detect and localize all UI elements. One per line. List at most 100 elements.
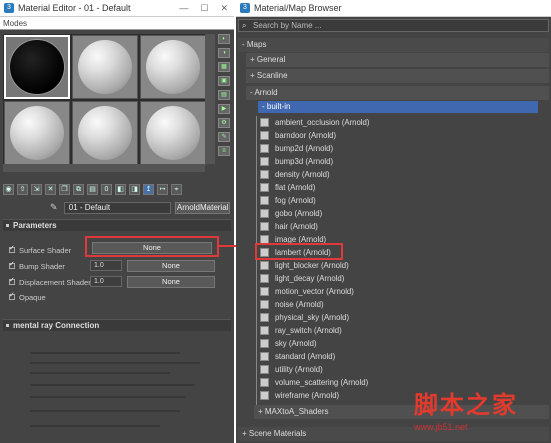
select-by-material-icon[interactable]: ✎ bbox=[218, 132, 230, 142]
video-check-icon[interactable]: ▤ bbox=[218, 90, 230, 100]
background-icon[interactable]: ▦ bbox=[218, 62, 230, 72]
map-label: density (Arnold) bbox=[275, 169, 330, 179]
make-unique-icon[interactable]: ⧉ bbox=[73, 183, 84, 195]
slots-scrollbar-horizontal[interactable] bbox=[3, 164, 205, 172]
menu-modes[interactable]: Modes bbox=[0, 17, 234, 30]
map-label: gobo (Arnold) bbox=[275, 208, 323, 218]
bump-amount-spinner[interactable]: 1.0 bbox=[90, 260, 122, 271]
surface-shader-checkbox[interactable] bbox=[9, 244, 15, 253]
map-label: wireframe (Arnold) bbox=[275, 390, 340, 400]
group-general[interactable]: + General bbox=[246, 53, 549, 67]
put-to-library-icon[interactable]: ▤ bbox=[87, 183, 98, 195]
parameters-rollout[interactable]: Parameters bbox=[3, 219, 231, 231]
maximize-icon[interactable]: ☐ bbox=[200, 3, 208, 14]
group-maps[interactable]: - Maps bbox=[238, 38, 549, 52]
navigator-icon[interactable]: ≡ bbox=[218, 146, 230, 156]
map-swatch bbox=[260, 182, 269, 192]
map-item[interactable]: light_blocker (Arnold) bbox=[260, 259, 538, 271]
sample-slot[interactable] bbox=[140, 35, 206, 99]
slots-scrollbar-vertical[interactable] bbox=[205, 34, 215, 164]
map-item[interactable]: bump2d (Arnold) bbox=[260, 142, 538, 154]
make-preview-icon[interactable]: ▶ bbox=[218, 104, 230, 114]
map-swatch bbox=[260, 273, 269, 283]
map-item[interactable]: utility (Arnold) bbox=[260, 363, 538, 375]
map-item[interactable]: density (Arnold) bbox=[260, 168, 538, 180]
sphere-preview bbox=[146, 106, 200, 160]
map-label: noise (Arnold) bbox=[275, 299, 324, 309]
reset-icon[interactable]: ✕ bbox=[45, 183, 56, 195]
map-swatch bbox=[260, 338, 269, 348]
material-name-field[interactable]: 01 - Default bbox=[63, 201, 172, 214]
assign-material-icon[interactable]: ⇲ bbox=[31, 183, 42, 195]
uv-tiling-icon[interactable]: ▣ bbox=[218, 76, 230, 86]
map-item[interactable]: physical_sky (Arnold) bbox=[260, 311, 538, 323]
map-item[interactable]: light_decay (Arnold) bbox=[260, 272, 538, 284]
browser-titlebar[interactable]: 3 Material/Map Browser bbox=[236, 0, 551, 17]
map-item[interactable]: motion_vector (Arnold) bbox=[260, 285, 538, 297]
map-label: sky (Arnold) bbox=[275, 338, 317, 348]
map-swatch bbox=[260, 299, 269, 309]
bump-shader-button[interactable]: None bbox=[127, 260, 215, 272]
map-item[interactable]: flat (Arnold) bbox=[260, 181, 538, 193]
backlight-icon[interactable]: ◑ bbox=[218, 48, 230, 58]
copy-material-icon[interactable]: ❐ bbox=[59, 183, 70, 195]
material-id-icon[interactable]: 0 bbox=[101, 183, 112, 195]
map-swatch bbox=[260, 390, 269, 400]
map-item[interactable]: sky (Arnold) bbox=[260, 337, 538, 349]
search-input[interactable]: Search by Name ... bbox=[238, 19, 549, 32]
map-swatch bbox=[260, 195, 269, 205]
sample-slot[interactable] bbox=[72, 101, 138, 165]
redaction-mark bbox=[30, 384, 195, 386]
bump-shader-checkbox[interactable] bbox=[9, 260, 15, 269]
minimize-icon[interactable]: — bbox=[179, 3, 188, 14]
displacement-shader-checkbox[interactable] bbox=[9, 276, 15, 285]
map-swatch bbox=[260, 221, 269, 231]
go-forward-icon[interactable]: ↦ bbox=[157, 183, 168, 195]
browser-tree: - Maps + General + Scanline - Arnold - b… bbox=[238, 36, 549, 441]
eyedropper-icon[interactable]: ✎ bbox=[50, 202, 60, 213]
group-scanline[interactable]: + Scanline bbox=[246, 69, 549, 83]
get-material-icon[interactable]: ◉ bbox=[3, 183, 14, 195]
editor-titlebar[interactable]: 3 Material Editor - 01 - Default — ☐ ✕ bbox=[0, 0, 234, 17]
map-item[interactable]: standard (Arnold) bbox=[260, 350, 538, 362]
map-item[interactable]: gobo (Arnold) bbox=[260, 207, 538, 219]
go-to-parent-icon[interactable]: ↥ bbox=[143, 183, 154, 195]
map-item[interactable]: noise (Arnold) bbox=[260, 298, 538, 310]
sample-slot[interactable] bbox=[4, 35, 70, 99]
sample-slots bbox=[3, 34, 206, 165]
map-label: barndoor (Arnold) bbox=[275, 130, 337, 140]
param-label: Bump Shader bbox=[19, 261, 65, 271]
close-icon[interactable]: ✕ bbox=[220, 3, 228, 14]
group-builtin[interactable]: - built-in bbox=[258, 101, 538, 113]
opaque-checkbox[interactable] bbox=[9, 291, 15, 300]
redaction-mark bbox=[30, 396, 185, 398]
show-shaded-icon[interactable]: ◧ bbox=[115, 183, 126, 195]
redaction-mark bbox=[30, 352, 180, 354]
map-item[interactable]: barndoor (Arnold) bbox=[260, 129, 538, 141]
displacement-shader-button[interactable]: None bbox=[127, 276, 215, 288]
group-arnold[interactable]: - Arnold bbox=[246, 86, 549, 100]
sample-slot[interactable] bbox=[140, 101, 206, 165]
options-icon[interactable]: ⚙ bbox=[218, 118, 230, 128]
show-end-result-icon[interactable]: ◨ bbox=[129, 183, 140, 195]
pick-material-icon[interactable]: ⌖ bbox=[171, 183, 182, 195]
side-toolbar: ◐ ◑ ▦ ▣ ▤ ▶ ⚙ ✎ ≡ bbox=[216, 34, 232, 164]
map-item[interactable]: hair (Arnold) bbox=[260, 220, 538, 232]
sphere-preview bbox=[146, 40, 200, 94]
sample-slot[interactable] bbox=[4, 101, 70, 165]
map-item[interactable]: bump3d (Arnold) bbox=[260, 155, 538, 167]
mental-ray-rollout[interactable]: mental ray Connection bbox=[3, 319, 231, 331]
highlight-box bbox=[85, 236, 219, 257]
displacement-amount-spinner[interactable]: 1.0 bbox=[90, 276, 122, 287]
sample-type-icon[interactable]: ◐ bbox=[218, 34, 230, 44]
map-item[interactable]: ray_switch (Arnold) bbox=[260, 324, 538, 336]
editor-toolbar: ◉ ⇧ ⇲ ✕ ❐ ⧉ ▤ 0 ◧ ◨ ↥ ↦ ⌖ bbox=[3, 182, 231, 196]
sample-slot[interactable] bbox=[72, 35, 138, 99]
put-to-scene-icon[interactable]: ⇧ bbox=[17, 183, 28, 195]
material-type-button[interactable]: ArnoldMaterial bbox=[175, 201, 231, 214]
map-item[interactable]: ambient_occlusion (Arnold) bbox=[260, 116, 538, 128]
map-label: ray_switch (Arnold) bbox=[275, 325, 342, 335]
map-item[interactable]: fog (Arnold) bbox=[260, 194, 538, 206]
map-swatch bbox=[260, 351, 269, 361]
map-swatch bbox=[260, 325, 269, 335]
